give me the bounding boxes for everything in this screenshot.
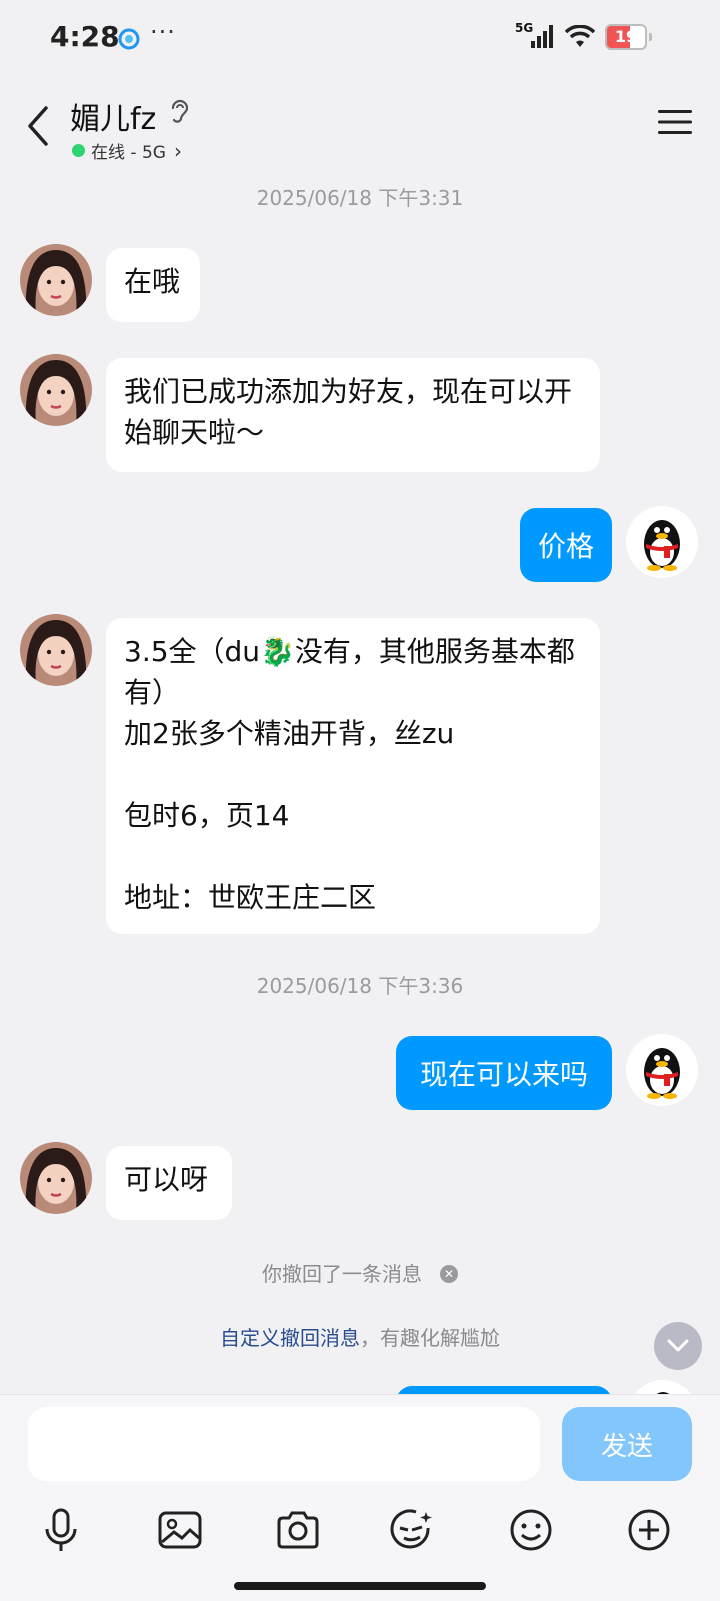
custom-recall-tip: 自定义撤回消息，有趣化解尴尬 bbox=[0, 1322, 720, 1351]
face-edit-icon[interactable] bbox=[388, 1505, 438, 1555]
outgoing-message[interactable]: 现在可以来吗 bbox=[396, 1036, 612, 1110]
contact-name[interactable]: 媚儿fz bbox=[70, 94, 156, 138]
chat-header: 媚儿fz 在线 - 5G › bbox=[0, 86, 720, 166]
ear-icon[interactable] bbox=[168, 98, 190, 126]
contact-avatar[interactable] bbox=[20, 244, 92, 316]
my-avatar[interactable] bbox=[626, 506, 698, 578]
status-indicators: 5G 19 bbox=[515, 21, 660, 50]
chevron-down-icon bbox=[667, 1339, 689, 1352]
recall-notice-text: 你撤回了一条消息 bbox=[262, 1262, 422, 1286]
menu-icon[interactable] bbox=[658, 108, 692, 136]
timestamp: 2025/06/18 下午3:31 bbox=[256, 186, 464, 210]
wifi-icon bbox=[565, 25, 595, 47]
signal-icon: 5G bbox=[515, 21, 555, 49]
online-dot bbox=[72, 144, 85, 157]
qq-browser-icon bbox=[118, 28, 140, 50]
scroll-to-bottom-button[interactable] bbox=[654, 1322, 702, 1370]
incoming-message[interactable]: 我们已成功添加为好友，现在可以开始聊天啦～ bbox=[106, 358, 600, 472]
mic-icon[interactable] bbox=[36, 1505, 86, 1555]
status-bar: 4:28 ··· 5G 19 bbox=[0, 0, 720, 80]
incoming-message[interactable]: 可以呀 bbox=[106, 1146, 232, 1220]
plus-icon[interactable] bbox=[624, 1505, 674, 1555]
status-time: 4:28 bbox=[50, 20, 120, 53]
recall-notice: 你撤回了一条消息 ✕ bbox=[0, 1258, 720, 1287]
composer-bar: 发送 bbox=[0, 1394, 720, 1601]
incoming-message[interactable]: 在哦 bbox=[106, 248, 200, 322]
message-input[interactable] bbox=[28, 1407, 540, 1481]
contact-avatar[interactable] bbox=[20, 614, 92, 686]
back-icon[interactable] bbox=[24, 104, 54, 148]
incoming-message[interactable]: 3.5全（du🐉没有，其他服务基本都有） 加2张多个精油开背，丝zu 包时6，页… bbox=[106, 618, 600, 934]
battery-level: 19 bbox=[614, 27, 638, 46]
contact-avatar[interactable] bbox=[20, 1142, 92, 1214]
camera-icon[interactable] bbox=[273, 1505, 323, 1555]
my-avatar[interactable] bbox=[626, 1034, 698, 1106]
timestamp: 2025/06/18 下午3:36 bbox=[256, 974, 464, 998]
online-status-text: 在线 - 5G bbox=[91, 143, 166, 163]
outgoing-message[interactable]: 价格 bbox=[520, 508, 612, 582]
home-indicator[interactable] bbox=[234, 1582, 486, 1590]
online-status[interactable]: 在线 - 5G › bbox=[72, 138, 182, 163]
more-notifications-icon: ··· bbox=[150, 18, 176, 46]
chevron-right-icon: › bbox=[173, 138, 182, 163]
close-icon[interactable]: ✕ bbox=[440, 1264, 458, 1283]
composer-toolbar bbox=[0, 1505, 720, 1565]
custom-recall-text: ，有趣化解尴尬 bbox=[360, 1326, 500, 1350]
emoji-icon[interactable] bbox=[506, 1505, 556, 1555]
image-icon[interactable] bbox=[155, 1505, 205, 1555]
battery-icon: 19 bbox=[605, 24, 647, 50]
custom-recall-link[interactable]: 自定义撤回消息 bbox=[220, 1326, 360, 1350]
contact-avatar[interactable] bbox=[20, 354, 92, 426]
send-button[interactable]: 发送 bbox=[562, 1407, 692, 1481]
